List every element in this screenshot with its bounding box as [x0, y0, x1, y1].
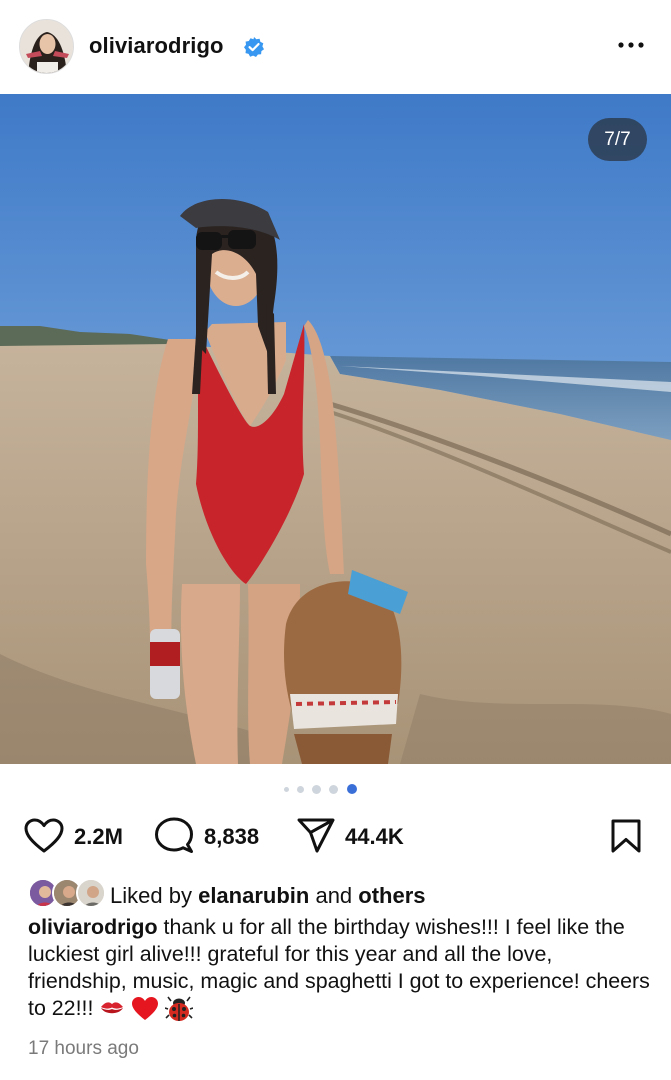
- carousel-dot: [297, 786, 304, 793]
- liked-by-others[interactable]: others: [358, 883, 425, 908]
- kiss-mark-icon: [101, 1002, 124, 1014]
- liked-by-user[interactable]: elanarubin: [198, 883, 309, 908]
- bookmark-icon[interactable]: [610, 818, 642, 854]
- comment-count[interactable]: 8,838: [204, 824, 259, 850]
- carousel-dot: [312, 785, 321, 794]
- post-actions-bar: 2.2M 8,838 44.4K: [0, 810, 671, 862]
- share-icon[interactable]: [296, 817, 336, 855]
- post-photo[interactable]: [0, 94, 671, 764]
- carousel-dot-active: [347, 784, 357, 794]
- carousel-indicator: [0, 781, 671, 797]
- heart-icon[interactable]: [24, 818, 64, 854]
- share-count[interactable]: 44.4K: [345, 824, 404, 850]
- post-caption: oliviarodrigo thank u for all the birthd…: [28, 914, 652, 1023]
- more-options-icon[interactable]: [614, 35, 648, 55]
- liker-avatar: [76, 878, 106, 908]
- comment-icon[interactable]: [154, 817, 194, 855]
- post-timestamp: 17 hours ago: [28, 1038, 139, 1059]
- ladybug-icon: [165, 996, 194, 1022]
- like-count[interactable]: 2.2M: [74, 824, 123, 850]
- carousel-dot: [329, 785, 338, 794]
- post-username[interactable]: oliviarodrigo: [89, 33, 224, 59]
- liked-by-row[interactable]: Liked by elanarubin and others: [28, 876, 648, 912]
- liked-by-prefix: Liked by: [110, 883, 192, 908]
- image-counter-badge: 7/7: [588, 118, 647, 161]
- profile-avatar[interactable]: [19, 19, 74, 74]
- post-header: oliviarodrigo: [0, 0, 671, 94]
- carousel-dot: [284, 787, 289, 792]
- verified-badge-icon: [244, 37, 264, 57]
- red-heart-icon: [132, 997, 159, 1021]
- liked-by-text: Liked by elanarubin and others: [110, 883, 426, 909]
- liked-by-conjunction: and: [315, 883, 353, 908]
- caption-username[interactable]: oliviarodrigo: [28, 915, 158, 939]
